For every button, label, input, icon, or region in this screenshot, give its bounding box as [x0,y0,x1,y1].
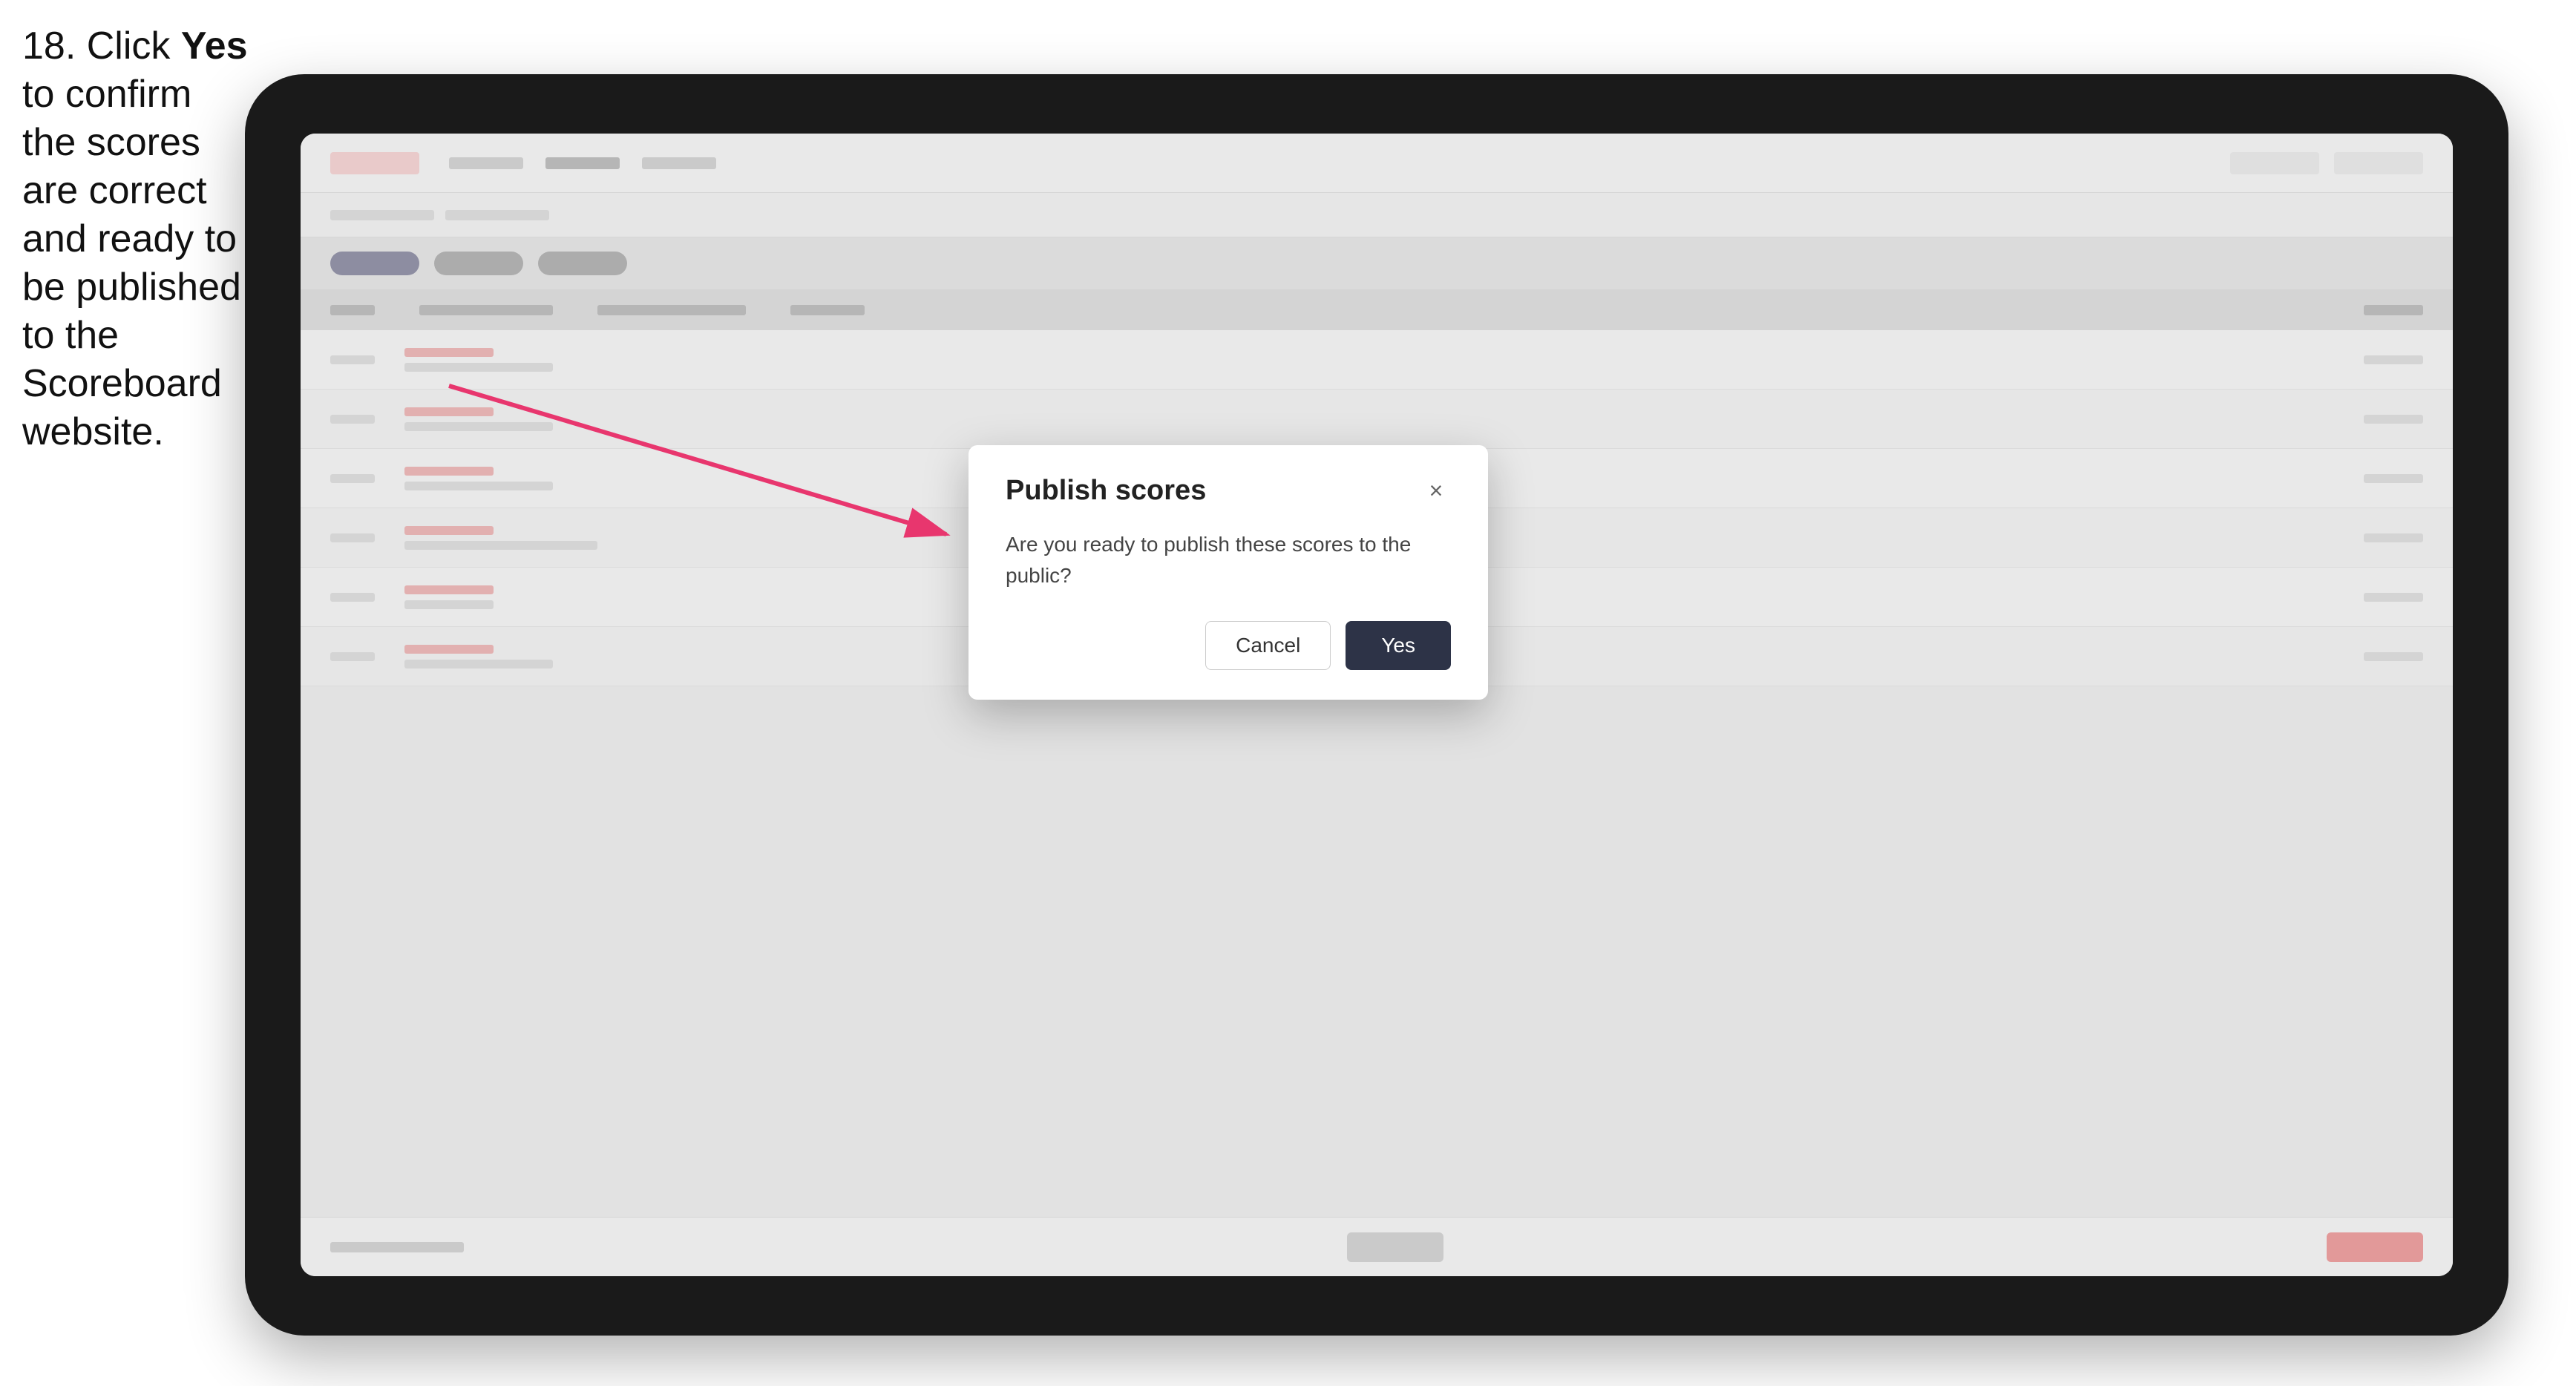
instruction-text: 18. Click Yes to confirm the scores are … [22,22,252,456]
modal-close-button[interactable]: × [1421,476,1451,506]
modal-footer: Cancel Yes [1006,621,1451,670]
modal-body: Are you ready to publish these scores to… [1006,529,1451,591]
publish-scores-modal: Publish scores × Are you ready to publis… [969,445,1488,700]
modal-title: Publish scores [1006,475,1206,507]
yes-button[interactable]: Yes [1346,621,1451,670]
modal-header: Publish scores × [1006,475,1451,507]
modal-message: Are you ready to publish these scores to… [1006,529,1451,591]
instruction-suffix: to confirm the scores are correct and re… [22,73,241,453]
step-number: 18. [22,24,76,68]
tablet-device: Publish scores × Are you ready to publis… [245,74,2508,1336]
cancel-button[interactable]: Cancel [1205,621,1331,670]
bold-word: Yes [181,24,248,68]
tablet-screen: Publish scores × Are you ready to publis… [301,134,2453,1276]
instruction-body: Click Yes to confirm the scores are corr… [22,24,248,453]
modal-overlay [301,134,2453,1276]
